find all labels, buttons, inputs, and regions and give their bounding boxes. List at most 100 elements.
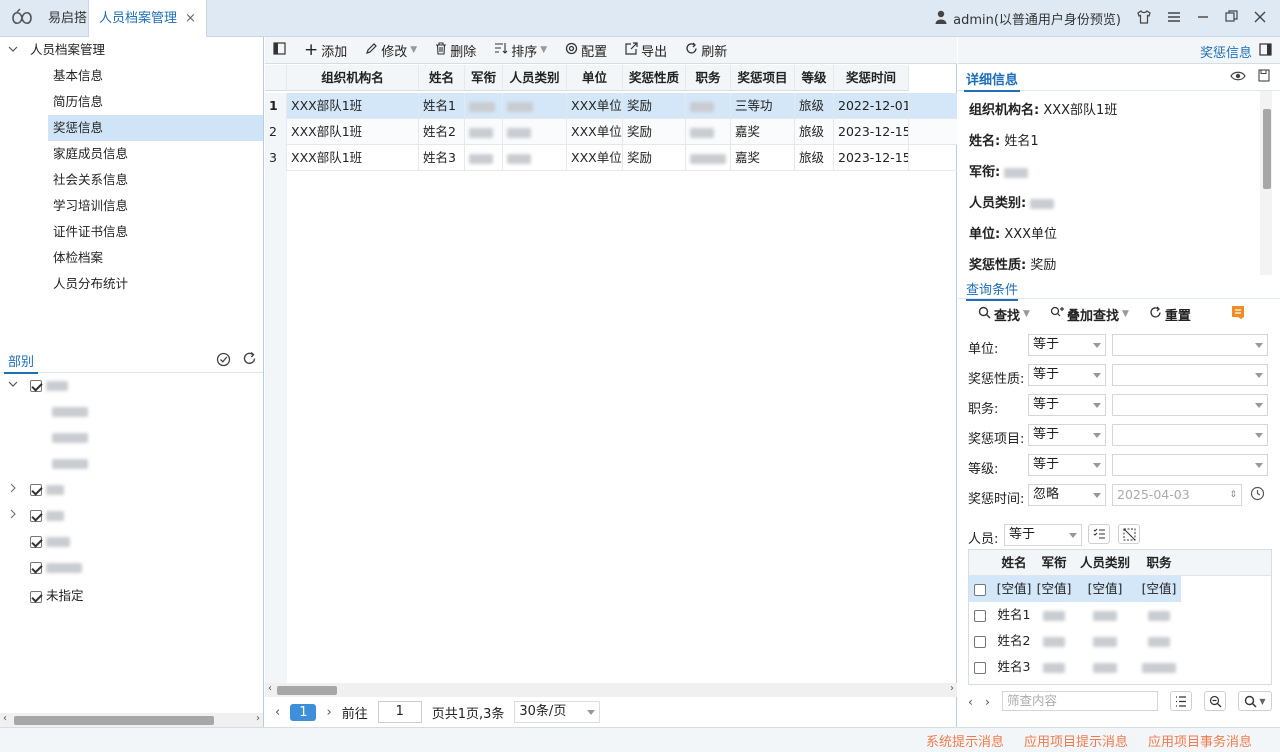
col-header-rank[interactable]: 军衔 (1035, 550, 1073, 576)
dept-node-checkbox[interactable] (30, 507, 64, 522)
eye-icon[interactable] (1230, 70, 1246, 85)
app-message-link[interactable]: 应用项目提示消息 (1024, 731, 1128, 750)
checkbox-icon[interactable] (30, 590, 42, 603)
checkbox-icon[interactable] (974, 635, 986, 648)
chevron-down-icon[interactable] (8, 377, 18, 392)
dept-node-checkbox[interactable] (30, 377, 68, 392)
checkbox-icon[interactable] (30, 535, 42, 548)
detail-vertical-scrollbar[interactable] (1260, 91, 1272, 275)
scrollbar-thumb[interactable] (277, 686, 337, 695)
table-row[interactable]: 3 XXX部队1班 姓名3 XXX单位 奖励 嘉奖 旅级 2023-12-15 (265, 145, 957, 171)
export-button[interactable]: 导出 (625, 41, 667, 60)
find-button[interactable]: 查找 ▼ (978, 305, 1030, 324)
person-row-empty[interactable]: [空值] [空值] [空值] [空值] (969, 576, 1181, 602)
row-checkbox[interactable] (971, 654, 989, 680)
table-row[interactable]: 2 XXX部队1班 姓名2 XXX单位 奖励 嘉奖 旅级 2023-12-15 (265, 119, 957, 145)
check-circle-icon[interactable] (216, 352, 231, 370)
page-1-button[interactable]: 1 (290, 703, 317, 721)
col-header-category[interactable]: 人员类别 (1075, 550, 1135, 576)
operator-select[interactable]: 等于 (1028, 334, 1106, 356)
checkbox-icon[interactable] (30, 379, 42, 392)
dept-node-checkbox[interactable] (30, 559, 82, 574)
col-header-position[interactable]: 职务 (1137, 550, 1181, 576)
dept-subnode[interactable] (52, 455, 88, 470)
value-select[interactable] (1112, 424, 1268, 446)
system-message-link[interactable]: 系统提示消息 (926, 731, 1004, 750)
checklist-button[interactable] (1088, 524, 1110, 544)
reset-button[interactable]: 重置 (1149, 305, 1191, 324)
add-find-button[interactable]: 叠加查找 ▼ (1050, 305, 1129, 324)
table-row[interactable]: 1 XXX部队1班 姓名1 XXX单位 奖励 三等功 旅级 2022-12-01 (265, 93, 957, 119)
row-checkbox[interactable] (971, 628, 989, 654)
delete-button[interactable]: 删除 (435, 41, 476, 60)
tree-item-certificates[interactable]: 证件证书信息 (0, 219, 263, 245)
spinner-icon[interactable]: ⇕ (1229, 485, 1237, 505)
scroll-right-icon[interactable]: › (950, 683, 954, 694)
scroll-left-icon[interactable]: ‹ (268, 683, 272, 694)
chevron-down-icon[interactable] (8, 37, 18, 63)
tree-item-training[interactable]: 学习培训信息 (0, 193, 263, 219)
tree-root[interactable]: 人员档案管理 (0, 37, 263, 63)
minimize-icon[interactable] (1197, 11, 1209, 27)
tree-item-distribution[interactable]: 人员分布统计 (0, 271, 263, 297)
user-menu[interactable]: admin(以普通用户身份预览) (935, 9, 1121, 28)
app-task-link[interactable]: 应用项目事务消息 (1148, 731, 1252, 750)
restore-icon[interactable] (1225, 10, 1238, 27)
value-select[interactable] (1112, 334, 1268, 356)
bookmark-icon[interactable] (1231, 305, 1245, 324)
person-row[interactable]: 姓名2 (969, 628, 1271, 654)
scroll-right-icon[interactable]: › (256, 713, 260, 724)
checkbox-icon[interactable] (974, 583, 986, 596)
filter-input[interactable]: 筛查内容 (1002, 691, 1158, 711)
checkbox-icon[interactable] (30, 561, 42, 574)
person-row[interactable]: 姓名3 (969, 654, 1271, 680)
col-header-position[interactable]: 职务 (686, 65, 731, 91)
dept-node-unassigned[interactable]: 未指定 (30, 585, 84, 604)
operator-select[interactable]: 等于 (1028, 364, 1106, 386)
dept-subnode[interactable] (52, 429, 88, 444)
query-tab[interactable]: 查询条件 (966, 279, 1019, 301)
sort-button[interactable]: 排序 ▼ (494, 41, 547, 60)
tree-item-family[interactable]: 家庭成员信息 (0, 141, 263, 167)
scrollbar-thumb[interactable] (1263, 109, 1271, 189)
close-icon[interactable] (1254, 11, 1266, 27)
col-header-org[interactable]: 组织机构名 (287, 65, 419, 91)
col-header-item[interactable]: 奖惩项目 (731, 65, 795, 91)
row-checkbox[interactable] (971, 576, 989, 602)
detail-tab[interactable]: 详细信息 (964, 69, 1021, 92)
col-header-category[interactable]: 人员类别 (503, 65, 567, 91)
person-operator-select[interactable]: 等于 (1004, 524, 1082, 546)
tab-close-icon[interactable]: × (185, 11, 196, 26)
date-input[interactable]: 2025-04-03 ⇕ (1112, 484, 1242, 506)
tab-personnel-archive[interactable]: 人员档案管理 × (88, 0, 207, 37)
col-header-level[interactable]: 等级 (795, 65, 834, 91)
search-dropdown-button[interactable]: ▼ (1238, 691, 1272, 711)
left-horizontal-scrollbar[interactable]: ‹ › (0, 713, 263, 727)
prev-icon[interactable]: ‹ (968, 694, 973, 709)
next-page-icon[interactable]: › (326, 705, 331, 720)
clock-icon[interactable] (1250, 486, 1265, 504)
col-header-time[interactable]: 奖惩时间 (834, 65, 909, 91)
list-view-button[interactable] (1170, 691, 1192, 711)
checkbox-icon[interactable] (30, 483, 42, 496)
dept-node-checkbox[interactable] (30, 533, 70, 548)
tree-item-basic[interactable]: 基本信息 (0, 63, 263, 89)
grid-horizontal-scrollbar[interactable]: ‹ › (265, 683, 957, 697)
dept-subnode[interactable] (52, 403, 88, 418)
operator-select[interactable]: 等于 (1028, 424, 1106, 446)
operator-select[interactable]: 等于 (1028, 454, 1106, 476)
zoom-out-button[interactable] (1204, 691, 1226, 711)
edit-button[interactable]: 修改 ▼ (365, 41, 417, 60)
refresh-icon[interactable] (242, 351, 257, 369)
tree-item-social[interactable]: 社会关系信息 (0, 167, 263, 193)
clear-selection-button[interactable] (1118, 524, 1140, 544)
col-header-nature[interactable]: 奖惩性质 (623, 65, 686, 91)
add-button[interactable]: + 添加 (304, 41, 347, 60)
scrollbar-thumb[interactable] (14, 716, 214, 725)
operator-select[interactable]: 忽略 (1028, 484, 1106, 506)
page-size-select[interactable]: 30条/页 (514, 701, 601, 723)
row-checkbox[interactable] (971, 602, 989, 628)
checkbox-icon[interactable] (30, 509, 42, 522)
col-header-unit[interactable]: 单位 (567, 65, 623, 91)
chevron-right-icon[interactable] (8, 507, 18, 522)
